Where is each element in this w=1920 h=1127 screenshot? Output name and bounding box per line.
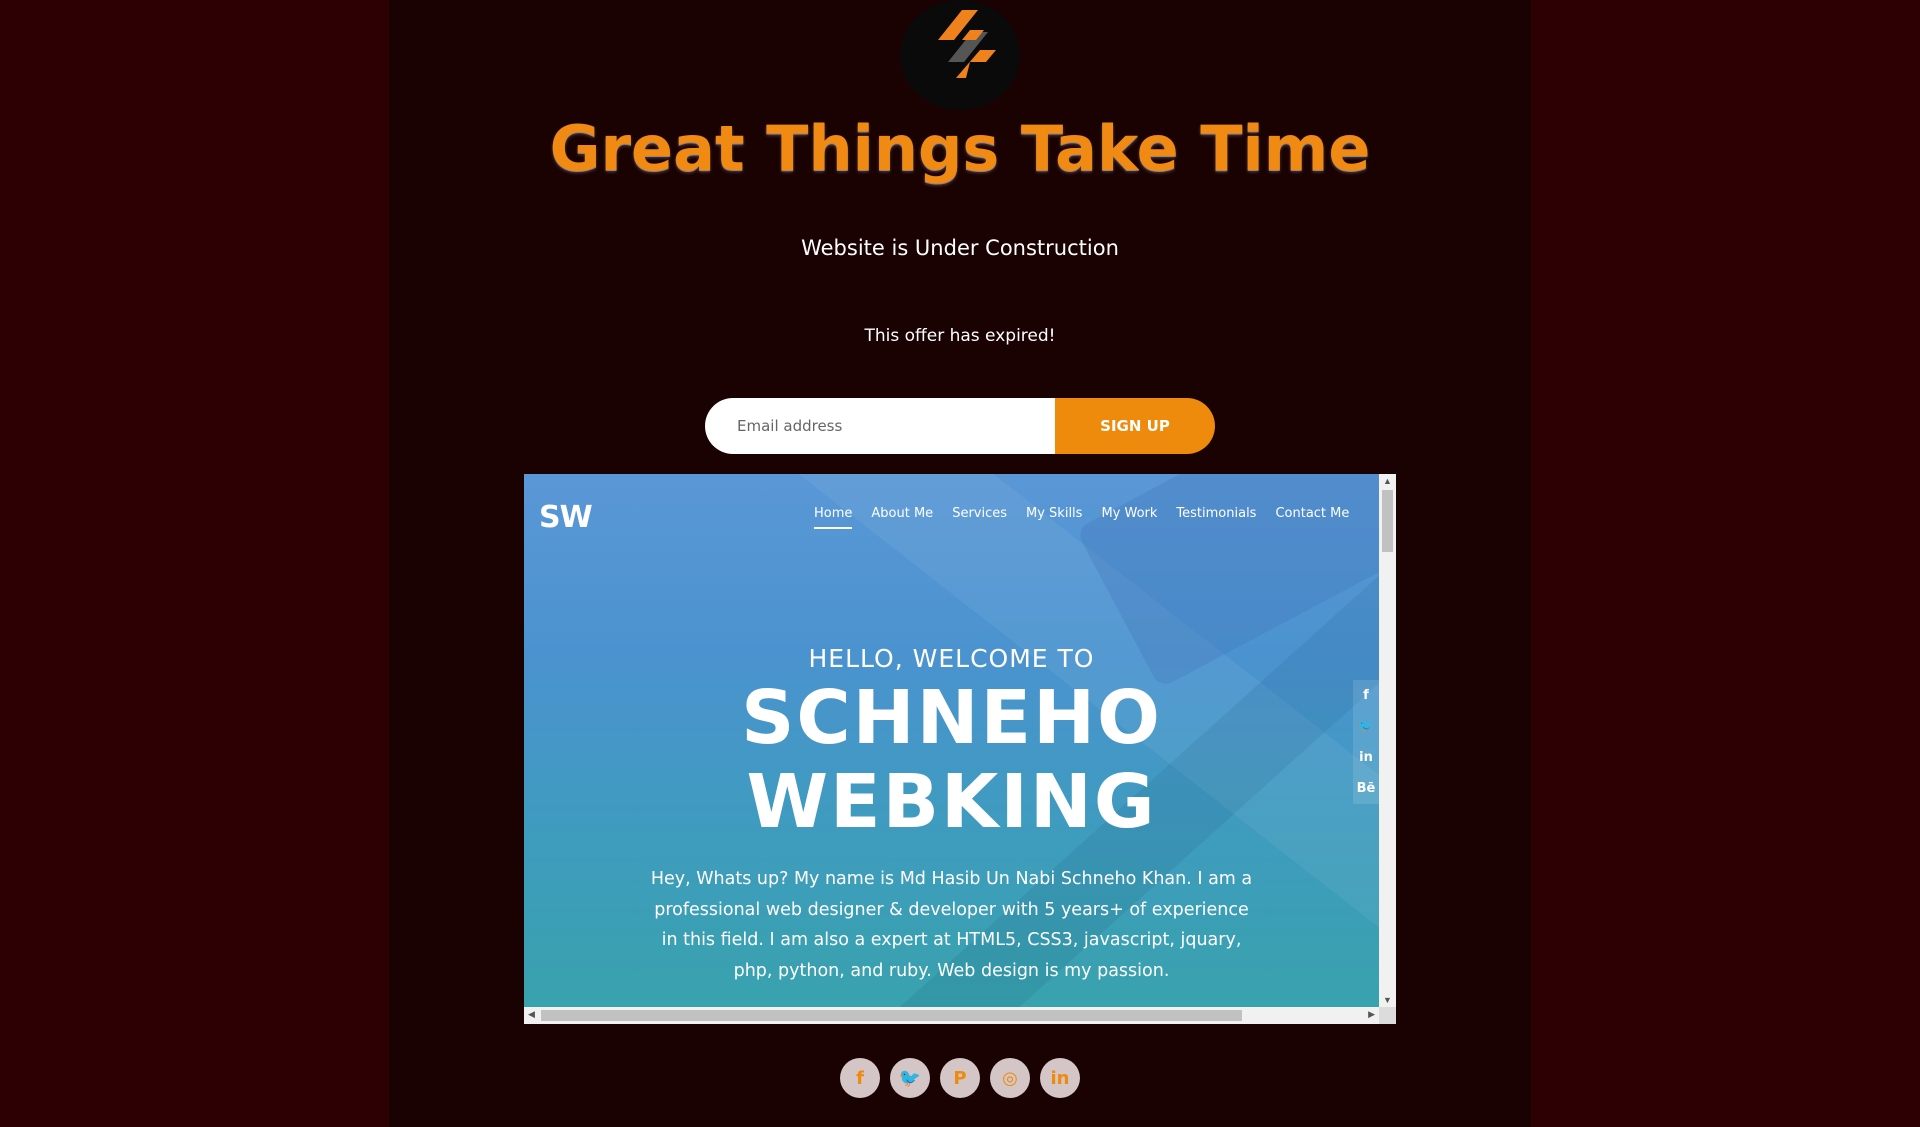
pinterest-icon[interactable]: P bbox=[940, 1058, 980, 1098]
hero-description: Hey, Whats up? My name is Md Hasib Un Na… bbox=[650, 869, 1253, 981]
nav-item-home[interactable]: Home bbox=[814, 506, 853, 529]
preview-hero: SW Home About Me Services My Skills My W… bbox=[524, 474, 1379, 1007]
nav-item-about[interactable]: About Me bbox=[871, 506, 933, 529]
scroll-down-icon[interactable]: ▼ bbox=[1383, 995, 1392, 1005]
nav-item-contact[interactable]: Contact Me bbox=[1275, 506, 1349, 529]
horizontal-scrollbar[interactable]: ◀ ▶ bbox=[524, 1007, 1379, 1024]
page-subtitle: Website is Under Construction bbox=[801, 236, 1119, 260]
vertical-scrollbar[interactable]: ▲ ▼ bbox=[1379, 474, 1396, 1007]
facebook-icon[interactable]: f bbox=[1353, 680, 1379, 711]
hero-name-line2: WEBKING bbox=[746, 759, 1157, 845]
preview-logo[interactable]: SW bbox=[539, 500, 593, 535]
social-links: f 🐦 P ◎ in bbox=[840, 1058, 1080, 1098]
preview-side-social: f 🐦 in Bē bbox=[1353, 680, 1379, 804]
hero-name-line1: SCHNEHO bbox=[741, 675, 1162, 761]
facebook-icon[interactable]: f bbox=[840, 1058, 880, 1098]
scrollbar-corner bbox=[1379, 1007, 1396, 1024]
nav-item-skills[interactable]: My Skills bbox=[1026, 506, 1082, 529]
signup-form: SIGN UP bbox=[705, 398, 1215, 454]
preview-nav: Home About Me Services My Skills My Work… bbox=[814, 506, 1368, 529]
linkedin-icon[interactable]: in bbox=[1353, 742, 1379, 773]
nav-item-testimonials[interactable]: Testimonials bbox=[1176, 506, 1256, 529]
vertical-scroll-thumb[interactable] bbox=[1382, 490, 1393, 552]
behance-icon[interactable]: Bē bbox=[1353, 773, 1379, 804]
nav-item-work[interactable]: My Work bbox=[1101, 506, 1157, 529]
page-title: Great Things Take Time bbox=[549, 112, 1371, 185]
website-preview-frame[interactable]: SW Home About Me Services My Skills My W… bbox=[524, 474, 1396, 1024]
horizontal-scroll-thumb[interactable] bbox=[541, 1010, 1242, 1021]
brand-logo-icon bbox=[938, 10, 996, 78]
scroll-left-icon[interactable]: ◀ bbox=[528, 1009, 535, 1020]
instagram-icon[interactable]: ◎ bbox=[990, 1058, 1030, 1098]
hero-greeting: HELLO, WELCOME TO bbox=[808, 644, 1095, 673]
offer-status: This offer has expired! bbox=[864, 326, 1056, 346]
scroll-up-icon[interactable]: ▲ bbox=[1383, 476, 1392, 486]
nav-item-services[interactable]: Services bbox=[952, 506, 1007, 529]
twitter-icon[interactable]: 🐦 bbox=[890, 1058, 930, 1098]
scroll-right-icon[interactable]: ▶ bbox=[1368, 1009, 1375, 1020]
linkedin-icon[interactable]: in bbox=[1040, 1058, 1080, 1098]
twitter-icon[interactable]: 🐦 bbox=[1353, 711, 1379, 742]
signup-button[interactable]: SIGN UP bbox=[1055, 398, 1215, 454]
brand-logo bbox=[900, 0, 1020, 110]
email-input[interactable] bbox=[705, 398, 1055, 454]
